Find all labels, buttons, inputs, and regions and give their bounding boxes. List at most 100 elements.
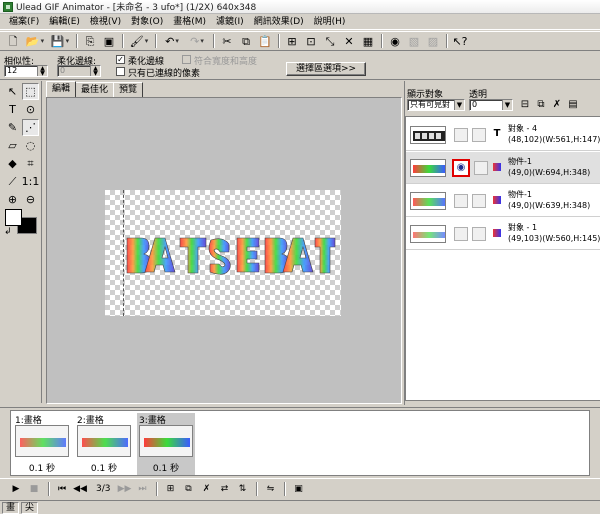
chevron-down-icon[interactable]: ▼ bbox=[454, 100, 464, 110]
visibility-toggle[interactable] bbox=[454, 194, 468, 208]
menu-object[interactable]: 對象(O) bbox=[126, 15, 168, 29]
help-pointer-icon[interactable]: ↖? bbox=[451, 33, 469, 49]
frame-delay[interactable]: 0.1 秒 bbox=[75, 461, 133, 474]
text-tool-icon[interactable]: T bbox=[4, 101, 21, 118]
frame-item[interactable]: 1:畫格 0.1 秒 bbox=[13, 413, 71, 475]
opacity-spinner[interactable]: 0 ▼ bbox=[469, 99, 513, 111]
marquee-select-icon[interactable]: ⬚ bbox=[22, 83, 39, 100]
show-objects-value: 只有可見對 bbox=[410, 100, 450, 109]
eyedropper-icon[interactable]: ⟋ bbox=[4, 173, 21, 190]
tween-icon[interactable]: ⇄ bbox=[216, 481, 232, 497]
delete-frame-icon[interactable]: ✗ bbox=[198, 481, 214, 497]
delete-x-icon[interactable]: ✕ bbox=[340, 33, 358, 49]
lock-toggle[interactable] bbox=[474, 161, 488, 175]
visibility-toggle[interactable] bbox=[454, 128, 468, 142]
menu-frame[interactable]: 畫格(M) bbox=[168, 15, 211, 29]
tool-palette: ↖ ⬚ T ⊙ ✎ ⋰ ▱ ◌ ◆ ⌗ ⟋ 1:1 ⊕ ⊖ ↲ bbox=[0, 81, 42, 403]
menu-web-effects[interactable]: 網訊效果(D) bbox=[249, 15, 309, 29]
resize-icon[interactable]: ⤡ bbox=[321, 33, 339, 49]
layer-row[interactable]: 對象 - 1 (49,103)(W:560,H:145) bbox=[406, 218, 600, 250]
last-frame-icon[interactable]: ⏭ bbox=[134, 481, 150, 497]
antialias-checkbox[interactable]: ✓ bbox=[116, 55, 125, 64]
optimize-icon[interactable]: ▧ bbox=[405, 33, 423, 49]
frame-item[interactable]: 3:畫格 0.1 秒 bbox=[137, 413, 195, 475]
layer-name: 對象 - 1 bbox=[508, 223, 538, 232]
new-file-icon[interactable]: 🗋 bbox=[4, 33, 22, 49]
tolerance-spinner[interactable]: 12 ▲ ▼ bbox=[4, 65, 48, 77]
actual-size-icon[interactable]: 1:1 bbox=[22, 173, 40, 190]
add-frame-icon[interactable]: ⊞ bbox=[162, 481, 178, 497]
spinner-arrows-icon[interactable]: ▲ ▼ bbox=[37, 66, 47, 77]
browser-preview-icon[interactable]: ◉ bbox=[386, 33, 404, 49]
frame-item[interactable]: 2:畫格 0.1 秒 bbox=[75, 413, 133, 475]
fit-size-checkbox[interactable] bbox=[182, 55, 191, 64]
redo-icon[interactable]: ↷ bbox=[185, 33, 209, 49]
first-frame-icon[interactable]: ⏮ bbox=[54, 481, 70, 497]
lock-toggle[interactable] bbox=[472, 194, 486, 208]
frame-panel-options-icon[interactable]: ▣ bbox=[290, 481, 306, 497]
frame-properties-icon[interactable]: ⇅ bbox=[234, 481, 250, 497]
swap-colors-icon[interactable]: ↲ bbox=[4, 227, 12, 237]
open-folder-icon[interactable]: 📂 bbox=[23, 33, 47, 49]
feather-spinner[interactable]: 0 ▲ ▼ bbox=[57, 65, 101, 77]
paint-bucket-icon[interactable]: 🖌 bbox=[127, 33, 151, 49]
tab-optimize[interactable]: 最佳化 bbox=[75, 82, 115, 97]
magic-wand-icon[interactable]: ⋰ bbox=[22, 119, 39, 136]
previous-frame-icon[interactable]: ◀◀ bbox=[72, 481, 88, 497]
chevron-down-icon[interactable]: ▼ bbox=[502, 100, 512, 110]
tab-edit[interactable]: 編輯 bbox=[46, 81, 77, 97]
menu-file[interactable]: 檔案(F) bbox=[4, 15, 44, 29]
lock-layer-icon[interactable]: ⊟ bbox=[519, 99, 531, 111]
brush-icon[interactable]: ✎ bbox=[4, 119, 21, 136]
foreground-color-swatch[interactable] bbox=[5, 209, 22, 226]
menu-view[interactable]: 檢視(V) bbox=[85, 15, 126, 29]
crop-icon[interactable]: ⊞ bbox=[283, 33, 301, 49]
copy-icon[interactable]: ⧉ bbox=[237, 33, 255, 49]
delete-layer-icon[interactable]: ✗ bbox=[551, 99, 563, 111]
object-properties-icon[interactable]: ⊡ bbox=[302, 33, 320, 49]
zoom-in-icon[interactable]: ⊕ bbox=[4, 191, 21, 208]
next-frame-icon[interactable]: ▶▶ bbox=[116, 481, 132, 497]
frame-delay[interactable]: 0.1 秒 bbox=[13, 461, 71, 474]
lock-toggle[interactable] bbox=[472, 227, 486, 241]
lock-toggle[interactable] bbox=[472, 128, 486, 142]
zoom-out-icon[interactable]: ⊖ bbox=[22, 191, 39, 208]
pointer-arrow-icon[interactable]: ↖ bbox=[4, 83, 21, 100]
add-frame-icon[interactable]: ▣ bbox=[100, 33, 118, 49]
paste-icon[interactable]: 📋 bbox=[256, 33, 274, 49]
paint-bucket-icon[interactable]: ◆ bbox=[4, 155, 21, 172]
menu-filter[interactable]: 濾鏡(I) bbox=[211, 15, 249, 29]
duplicate-frame-icon[interactable]: ⧉ bbox=[180, 481, 196, 497]
layer-row[interactable]: 物件-1 (49,0)(W:639,H:348) bbox=[406, 185, 600, 217]
title-bar[interactable]: Ulead GIF Animator - [未命名 - 3 ufo*] (1/2… bbox=[0, 0, 600, 14]
image-canvas[interactable] bbox=[105, 190, 341, 316]
spinner-arrows-icon[interactable]: ▲ ▼ bbox=[90, 66, 100, 77]
menu-edit[interactable]: 編輯(E) bbox=[44, 15, 85, 29]
show-objects-select[interactable]: 只有可見對 ▼ bbox=[407, 99, 465, 111]
layer-row[interactable]: ◉ 物件-1 (49,0)(W:694,H:348) bbox=[406, 152, 600, 184]
export-icon[interactable]: ▨ bbox=[424, 33, 442, 49]
workspace[interactable] bbox=[46, 97, 402, 404]
cut-scissors-icon[interactable]: ✂ bbox=[218, 33, 236, 49]
grid-icon[interactable]: ▦ bbox=[359, 33, 377, 49]
stop-icon[interactable]: ■ bbox=[26, 481, 42, 497]
save-disk-icon[interactable]: 💾 bbox=[48, 33, 72, 49]
tab-preview[interactable]: 預覽 bbox=[113, 82, 144, 97]
crop-tool-icon[interactable]: ⌗ bbox=[22, 155, 39, 172]
selection-options-button[interactable]: 選擇區選項>> bbox=[286, 62, 366, 76]
contiguous-checkbox[interactable] bbox=[116, 67, 125, 76]
duplicate-layer-icon[interactable]: ⧉ bbox=[535, 99, 547, 111]
play-icon[interactable]: ▶ bbox=[8, 481, 24, 497]
menu-help[interactable]: 說明(H) bbox=[309, 15, 351, 29]
layer-properties-icon[interactable]: ▤ bbox=[567, 99, 579, 111]
undo-icon[interactable]: ↶ bbox=[160, 33, 184, 49]
add-image-icon[interactable]: ⎘ bbox=[81, 33, 99, 49]
transform-icon[interactable]: ⊙ bbox=[22, 101, 39, 118]
layer-row[interactable]: T 對象 - 4 (48,102)(W:561,H:147) bbox=[406, 119, 600, 151]
reverse-frames-icon[interactable]: ⇋ bbox=[262, 481, 278, 497]
lasso-icon[interactable]: ◌ bbox=[22, 137, 39, 154]
eraser-icon[interactable]: ▱ bbox=[4, 137, 21, 154]
frame-delay[interactable]: 0.1 秒 bbox=[137, 461, 195, 474]
eye-visibility-icon[interactable]: ◉ bbox=[452, 159, 470, 177]
visibility-toggle[interactable] bbox=[454, 227, 468, 241]
